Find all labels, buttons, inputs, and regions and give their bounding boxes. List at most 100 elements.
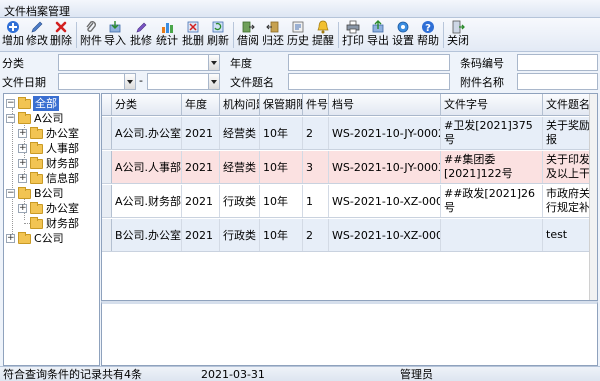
tree-line xyxy=(12,108,13,236)
year-input[interactable] xyxy=(288,54,450,71)
folder-icon xyxy=(18,97,31,109)
reminder-button[interactable]: 提醒 xyxy=(311,19,335,51)
expand-icon[interactable]: + xyxy=(18,159,27,168)
toolbar-separator xyxy=(338,22,339,48)
status-user: 管理员 xyxy=(400,368,433,381)
records-table: 分类 年度 机构问题 保管期限 件号 档号 文件字号 文件题名 A公司.办公室 … xyxy=(101,93,598,301)
window-title: 文件档案管理 xyxy=(4,5,70,18)
folder-icon xyxy=(30,217,43,229)
row-indicator xyxy=(102,185,112,217)
batch-edit-button[interactable]: 批修 xyxy=(129,19,153,51)
expand-icon[interactable]: + xyxy=(6,234,15,243)
print-icon xyxy=(346,20,360,34)
row-indicator xyxy=(102,151,112,183)
status-bar: 符合查询条件的记录共有4条 2021-03-31 管理员 xyxy=(0,366,600,381)
expand-icon[interactable]: + xyxy=(18,204,27,213)
status-date: 2021-03-31 xyxy=(201,368,265,381)
export-button[interactable]: 导出 xyxy=(366,19,390,51)
toolbar-separator xyxy=(76,22,77,48)
close-icon xyxy=(452,20,465,34)
table-row[interactable]: A公司.财务部 2021 行政类 10年 1 WS-2021-10-XZ-000… xyxy=(102,185,597,218)
folder-icon xyxy=(18,232,31,244)
folder-icon xyxy=(18,112,31,124)
column-header-doc-number[interactable]: 文件字号 xyxy=(441,94,543,116)
import-icon xyxy=(109,21,121,33)
borrow-button[interactable]: 借阅 xyxy=(236,19,260,51)
return-button[interactable]: 归还 xyxy=(261,19,285,51)
export-icon xyxy=(372,20,384,33)
vertical-scrollbar[interactable] xyxy=(589,94,597,300)
help-button[interactable]: ? 帮助 xyxy=(416,19,440,51)
chevron-down-icon[interactable] xyxy=(124,74,135,89)
folder-icon xyxy=(30,202,43,214)
toolbar-separator xyxy=(443,22,444,48)
attachment-icon xyxy=(86,21,96,32)
folder-icon xyxy=(30,172,43,184)
svg-text:?: ? xyxy=(425,23,431,34)
column-header-doc-title[interactable]: 文件题名 xyxy=(543,94,591,116)
column-header-year[interactable]: 年度 xyxy=(182,94,220,116)
table-row[interactable]: B公司.办公室 2021 行政类 10年 2 WS-2021-10-XZ-000… xyxy=(102,219,597,252)
import-button[interactable]: 导入 xyxy=(104,19,126,51)
expand-icon[interactable]: + xyxy=(18,129,27,138)
filter-panel: 分类 年度 条码编号 文件日期 - 文件题名 附件名称 xyxy=(0,52,600,92)
expand-icon[interactable]: + xyxy=(18,174,27,183)
barcode-label: 条码编号 xyxy=(460,57,504,70)
record-count: 符合查询条件的记录共有4条 xyxy=(3,368,142,381)
barcode-input[interactable] xyxy=(517,54,598,71)
collapse-icon[interactable]: − xyxy=(6,99,15,108)
year-label: 年度 xyxy=(230,57,252,70)
attachment-button[interactable]: 附件 xyxy=(80,19,102,51)
history-icon xyxy=(292,21,304,33)
date-separator: - xyxy=(139,74,143,87)
refresh-button[interactable]: 刷新 xyxy=(206,19,230,51)
date-from-picker[interactable] xyxy=(58,73,136,90)
toolbar: 增加 修改 删除 附件 导入 批修 统计 批删 刷新 借阅 归还 历史 提醒 打… xyxy=(0,18,600,52)
category-select[interactable] xyxy=(58,54,220,71)
edit-button[interactable]: 修改 xyxy=(26,19,48,51)
title-input[interactable] xyxy=(288,73,450,90)
table-row-selected[interactable]: A公司.人事部 2021 经营类 10年 3 WS-2021-10-JY-000… xyxy=(102,151,597,184)
folder-icon xyxy=(18,187,31,199)
add-icon xyxy=(7,21,19,33)
print-button[interactable]: 打印 xyxy=(341,19,365,51)
expand-icon[interactable]: + xyxy=(18,144,27,153)
batch-edit-icon xyxy=(136,22,147,33)
refresh-icon xyxy=(212,21,224,33)
collapse-icon[interactable]: − xyxy=(6,114,15,123)
date-to-picker[interactable] xyxy=(147,73,220,90)
column-header-archive-no[interactable]: 档号 xyxy=(329,94,441,116)
row-indicator xyxy=(102,117,112,149)
settings-button[interactable]: 设置 xyxy=(391,19,415,51)
column-header-org-issue[interactable]: 机构问题 xyxy=(220,94,260,116)
borrow-icon xyxy=(242,21,255,33)
history-button[interactable]: 历史 xyxy=(286,19,310,51)
delete-button[interactable]: 删除 xyxy=(50,19,72,51)
edit-icon xyxy=(31,21,43,33)
toolbar-separator xyxy=(233,22,234,48)
column-header-category[interactable]: 分类 xyxy=(112,94,182,116)
column-header-item-no[interactable]: 件号 xyxy=(303,94,329,116)
title-bar: 文件档案管理 xyxy=(0,0,600,18)
row-indicator xyxy=(102,219,112,251)
folder-icon xyxy=(30,142,43,154)
reminder-icon xyxy=(317,20,329,34)
batch-delete-icon xyxy=(187,21,199,33)
chevron-down-icon[interactable] xyxy=(208,74,219,89)
settings-icon xyxy=(397,21,409,33)
help-icon: ? xyxy=(422,21,434,34)
attachment-panel xyxy=(101,301,598,366)
return-icon xyxy=(266,21,279,33)
title-label: 文件题名 xyxy=(230,76,274,89)
statistics-button[interactable]: 统计 xyxy=(155,19,179,51)
column-header-retention[interactable]: 保管期限 xyxy=(260,94,303,116)
collapse-icon[interactable]: − xyxy=(6,189,15,198)
close-button[interactable]: 关闭 xyxy=(446,19,470,51)
chevron-down-icon[interactable] xyxy=(208,55,219,70)
add-button[interactable]: 增加 xyxy=(2,19,24,51)
row-indicator-header xyxy=(102,94,112,116)
batch-delete-button[interactable]: 批删 xyxy=(181,19,205,51)
table-row[interactable]: A公司.办公室 2021 经营类 10年 2 WS-2021-10-JY-000… xyxy=(102,117,597,150)
attachment-name-input[interactable] xyxy=(517,73,598,90)
folder-icon xyxy=(30,127,43,139)
